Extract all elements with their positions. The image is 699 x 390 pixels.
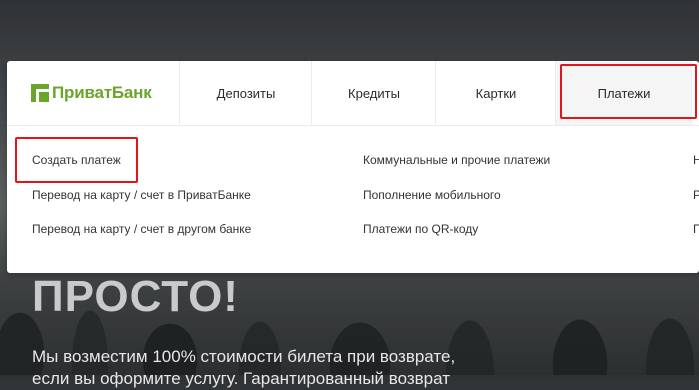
tab-deposits[interactable]: Депозиты	[179, 61, 312, 125]
tab-payments[interactable]: Платежи	[555, 61, 692, 125]
tab-cards[interactable]: Картки	[435, 61, 556, 125]
menu-col3-item-3[interactable]: П	[693, 222, 699, 236]
brand-name: ПриватБанк	[52, 83, 152, 102]
menu-qr-payments[interactable]: Платежи по QR-коду	[363, 222, 478, 236]
menu-utility-payments[interactable]: Коммунальные и прочие платежи	[363, 153, 550, 167]
menu-transfer-privatbank[interactable]: Перевод на карту / счет в ПриватБанке	[32, 188, 251, 202]
brand-logo[interactable]: ПриватБанк	[31, 79, 152, 107]
tab-payments-label: Платежи	[597, 85, 651, 101]
tab-cards-label: Картки	[475, 85, 517, 101]
privatbank-logo-icon	[31, 84, 49, 102]
tab-more[interactable]	[691, 61, 699, 125]
menu-mobile-topup[interactable]: Пополнение мобильного	[363, 188, 501, 202]
top-navigation: ПриватБанк Депозиты Кредиты Картки Плате…	[7, 61, 699, 126]
menu-col3-item-1[interactable]: Н	[693, 153, 699, 167]
mega-menu-panel: ПриватБанк Депозиты Кредиты Картки Плате…	[7, 61, 699, 273]
tab-credits-label: Кредиты	[348, 85, 400, 101]
tab-credits[interactable]: Кредиты	[311, 61, 436, 125]
menu-col3-item-2[interactable]: Р	[693, 188, 699, 202]
hero-title: ПРОСТО!	[32, 272, 239, 321]
tab-deposits-label: Депозиты	[216, 85, 276, 101]
menu-transfer-other-bank[interactable]: Перевод на карту / счет в другом банке	[32, 222, 251, 236]
hero-text: Мы возместим 100% стоимости билета при в…	[32, 347, 456, 388]
menu-create-payment[interactable]: Создать платеж	[32, 153, 121, 167]
